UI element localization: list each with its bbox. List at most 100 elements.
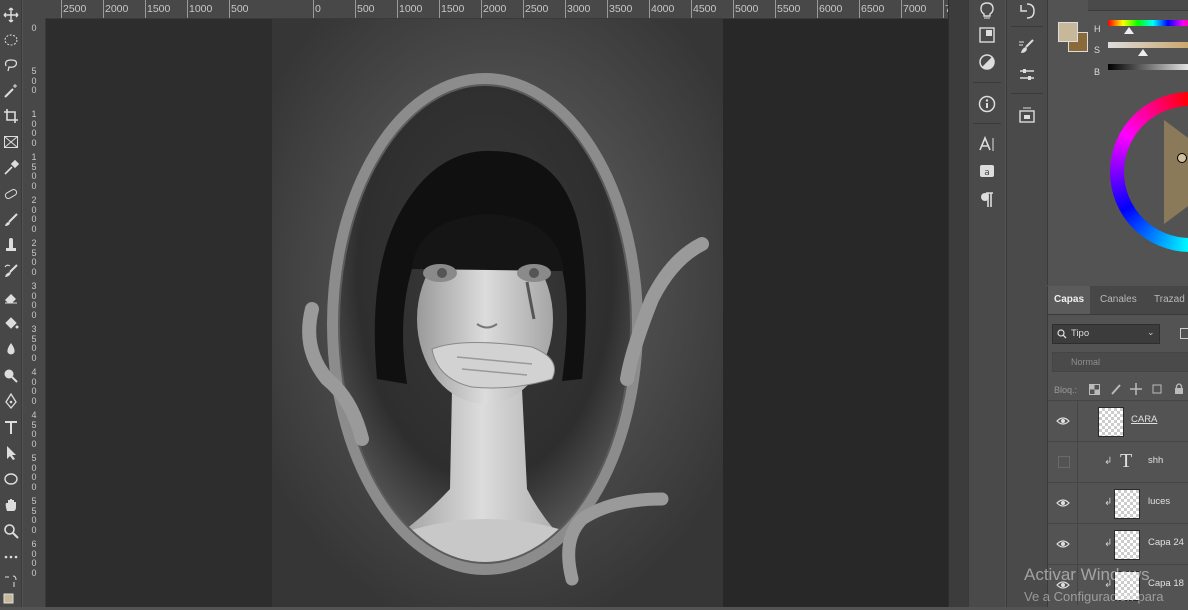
- character-icon: [979, 135, 994, 151]
- info-panel-button[interactable]: [976, 93, 998, 115]
- frame-tool[interactable]: [0, 130, 21, 154]
- eye-icon[interactable]: [1056, 414, 1070, 428]
- ruler-tick-label: 500: [357, 3, 375, 15]
- character-panel-button[interactable]: [976, 133, 998, 155]
- ruler-tick-label: 6000: [31, 539, 37, 578]
- brushes-panel-button[interactable]: [1016, 36, 1038, 58]
- clipping-mask-icon: ↲: [1104, 538, 1113, 549]
- tab-canales[interactable]: Canales: [1094, 286, 1143, 314]
- color-picker-marker[interactable]: [1177, 153, 1187, 163]
- ruler-tick-label: 6500: [861, 3, 885, 15]
- ruler-tick-mark: [565, 0, 566, 18]
- visibility-toggle-off[interactable]: [1058, 456, 1070, 468]
- eyedropper-tool[interactable]: [0, 156, 21, 180]
- properties-panel-button[interactable]: [1016, 64, 1038, 86]
- layer-name[interactable]: shh: [1148, 455, 1163, 466]
- ruler-tick-label: 4500: [31, 410, 37, 449]
- move-tool[interactable]: [0, 3, 21, 27]
- paragraph-panel-button[interactable]: [976, 189, 998, 211]
- windows-activation-watermark: Activar Windows: [1024, 565, 1150, 584]
- dock-separator: [1011, 93, 1043, 94]
- hand-icon: [5, 499, 16, 511]
- hue-slider[interactable]: [1108, 20, 1188, 26]
- paint-bucket-tool[interactable]: [0, 311, 21, 335]
- brightness-slider[interactable]: [1108, 64, 1188, 70]
- eraser-tool[interactable]: [0, 285, 21, 309]
- color-triangle[interactable]: [1164, 120, 1188, 224]
- dodge-tool[interactable]: [0, 363, 21, 387]
- layer-row[interactable]: CARA: [1048, 400, 1188, 441]
- blend-mode-dropdown[interactable]: Normal: [1052, 352, 1188, 372]
- properties-icon: [1020, 69, 1034, 80]
- lock-image-pixels-icon[interactable]: [1110, 383, 1122, 395]
- healing-brush-tool[interactable]: [0, 182, 21, 206]
- tab-capas[interactable]: Capas: [1048, 286, 1091, 314]
- marquee-icon: [4, 34, 17, 46]
- vertical-ruler[interactable]: 0 500 1000 1500 2000 2500 3000 3500 4000 4500 5000…: [23, 18, 46, 607]
- canvas-vertical-scrollbar[interactable]: [948, 0, 969, 607]
- layer-name[interactable]: CARA: [1131, 414, 1157, 425]
- lock-all-icon[interactable]: [1173, 382, 1185, 395]
- ruler-tick-mark: [943, 0, 944, 18]
- libraries-panel-button[interactable]: [1016, 104, 1038, 126]
- ruler-tick-label: 2500: [525, 3, 549, 15]
- type-tool[interactable]: [0, 415, 21, 439]
- eye-icon[interactable]: [1056, 537, 1070, 551]
- foreground-color-swatch[interactable]: [1058, 22, 1078, 42]
- foreground-background-swatch[interactable]: [0, 586, 21, 610]
- lock-artboard-icon[interactable]: [1151, 383, 1163, 395]
- eye-icon[interactable]: [1056, 496, 1070, 510]
- layer-name[interactable]: luces: [1148, 496, 1170, 507]
- zoom-tool[interactable]: [0, 519, 21, 543]
- adjustments-panel-button[interactable]: [976, 51, 998, 73]
- crop-icon: [3, 109, 18, 123]
- brushes-icon: [1019, 39, 1034, 53]
- horizontal-ruler[interactable]: 2500 2000 1500 1000 500 0 500 1000 1500 2000 2500 3…: [23, 0, 948, 19]
- crop-tool[interactable]: [0, 104, 21, 128]
- more-tools[interactable]: [0, 545, 21, 569]
- ruler-tick-label: 1000: [189, 3, 213, 15]
- ruler-tick-mark: [775, 0, 776, 18]
- saturation-slider[interactable]: [1108, 42, 1188, 48]
- pen-tool[interactable]: [0, 389, 21, 413]
- ruler-tick-mark: [649, 0, 650, 18]
- ruler-tick-label: 500: [231, 3, 249, 15]
- lock-position-icon[interactable]: [1130, 383, 1142, 395]
- layer-row[interactable]: ↲ Tshh: [1048, 441, 1188, 482]
- magic-wand-tool[interactable]: [0, 79, 21, 103]
- lasso-tool[interactable]: [0, 53, 21, 77]
- ruler-tick-label: 2000: [483, 3, 507, 15]
- ruler-tick-mark: [355, 0, 356, 18]
- hue-slider-handle[interactable]: [1124, 27, 1134, 34]
- clone-stamp-tool[interactable]: [0, 233, 21, 257]
- tab-trazados[interactable]: Trazad: [1148, 286, 1188, 314]
- ruler-tick-mark: [145, 0, 146, 18]
- history-panel-button[interactable]: [1016, 0, 1038, 22]
- ruler-tick-label: 3000: [31, 281, 37, 320]
- marquee-tool[interactable]: [0, 28, 21, 52]
- layer-name[interactable]: Capa 24: [1148, 537, 1184, 548]
- lock-transparent-pixels-icon[interactable]: [1089, 384, 1100, 395]
- zoom-icon: [3, 524, 19, 539]
- blur-tool[interactable]: [0, 337, 21, 361]
- layer-name[interactable]: Capa 18: [1148, 578, 1184, 589]
- slider-label-h: H: [1094, 24, 1101, 34]
- history-brush-tool[interactable]: [0, 259, 21, 283]
- ruler-tick-mark: [439, 0, 440, 18]
- saturation-slider-handle[interactable]: [1138, 49, 1148, 56]
- navigator-panel-button[interactable]: [976, 24, 998, 46]
- history-icon: [1020, 3, 1035, 19]
- filter-image-icon[interactable]: [1180, 328, 1188, 339]
- layer-row[interactable]: ↲ Capa 24: [1048, 523, 1188, 564]
- ellipse-tool[interactable]: [0, 467, 21, 491]
- layer-divider: [1077, 524, 1078, 564]
- history-brush-icon: [4, 264, 18, 277]
- brush-tool[interactable]: [0, 208, 21, 232]
- document-canvas[interactable]: [272, 19, 723, 607]
- hand-tool[interactable]: [0, 493, 21, 517]
- glyphs-panel-button[interactable]: a: [976, 160, 998, 182]
- lightbulb-panel-button[interactable]: [976, 0, 998, 22]
- path-selection-tool[interactable]: [0, 441, 21, 465]
- layer-filter-dropdown[interactable]: Tipo ⌄: [1052, 324, 1160, 344]
- layer-row[interactable]: ↲ luces: [1048, 482, 1188, 523]
